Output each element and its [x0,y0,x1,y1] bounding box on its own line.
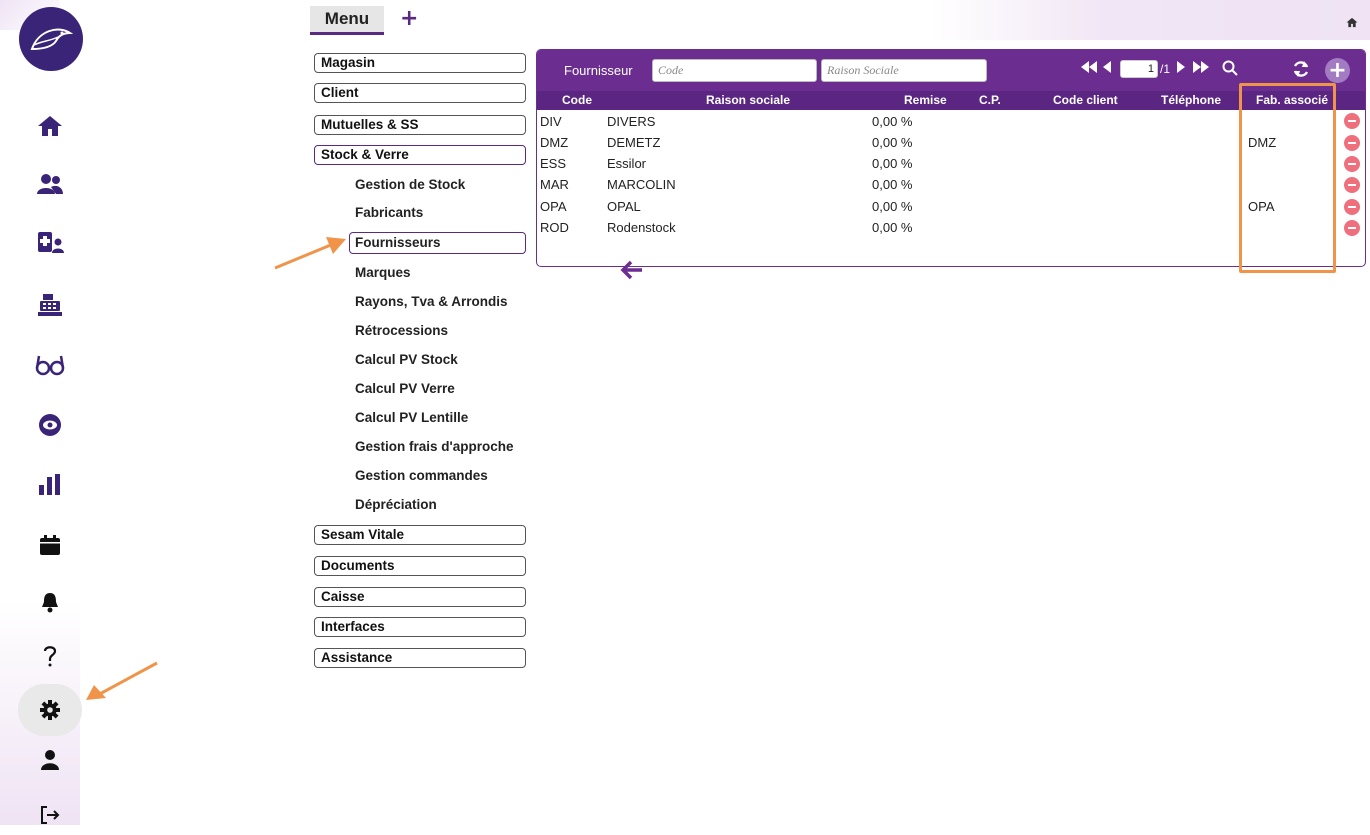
cell-code: DIV [540,114,562,129]
fab-associe-highlight [1239,83,1336,273]
cash-register-icon[interactable] [28,285,72,325]
submenu-calcul-pv-verre[interactable]: Calcul PV Verre [355,379,455,399]
cell-remise: 0,00 % [872,114,913,129]
column-header-telephone[interactable]: Téléphone [1161,93,1221,107]
tab-menu[interactable]: Menu [310,6,384,35]
menu-section-interfaces[interactable]: Interfaces [314,617,526,637]
delete-row-button[interactable] [1344,220,1360,236]
table-row[interactable]: ROD Rodenstock 0,00 % [537,217,1345,239]
delete-row-button[interactable] [1344,156,1360,172]
table-row[interactable]: OPA OPAL 0,00 % OPA [537,196,1345,218]
bird-logo-icon [30,28,74,51]
logout-icon[interactable] [28,795,72,835]
submenu-gestion-de-stock[interactable]: Gestion de Stock [355,175,465,195]
submenu-fabricants[interactable]: Fabricants [355,203,423,223]
help-icon[interactable] [28,636,72,676]
back-arrow-icon[interactable] [620,260,644,284]
menu-section-sesam-vitale[interactable]: Sesam Vitale [314,525,526,545]
eye-icon[interactable] [28,405,72,445]
page-input[interactable] [1120,60,1158,78]
menu-section-assistance[interactable]: Assistance [314,648,526,668]
top-bar: Menu + [100,0,1370,36]
bell-icon[interactable] [28,582,72,622]
menu-section-client[interactable]: Client [314,83,526,103]
next-page-icon[interactable] [1177,61,1185,73]
submenu-calcul-pv-stock[interactable]: Calcul PV Stock [355,350,458,370]
submenu-gestion-frais[interactable]: Gestion frais d'approche [355,437,514,457]
page-number-field[interactable]: /1 [1120,60,1170,78]
cell-remise: 0,00 % [872,199,913,214]
cell-code: MAR [540,177,569,192]
column-header-remise[interactable]: Remise [904,93,947,107]
home-icon[interactable] [28,106,72,146]
cell-remise: 0,00 % [872,177,913,192]
refresh-icon[interactable] [1292,60,1310,78]
submenu-marques[interactable]: Marques [355,263,411,283]
users-icon[interactable] [28,164,72,204]
table-row[interactable]: MAR MARCOLIN 0,00 % [537,174,1345,196]
calendar-icon[interactable] [28,525,72,565]
menu-section-mutuelles[interactable]: Mutuelles & SS [314,115,526,135]
first-page-icon[interactable] [1081,61,1097,73]
search-icon[interactable] [1222,60,1238,76]
cell-raison-sociale: MARCOLIN [607,177,676,192]
menu-section-magasin[interactable]: Magasin [314,53,526,73]
submenu-rayons-tva[interactable]: Rayons, Tva & Arrondis [355,292,508,312]
column-header-code[interactable]: Code [562,93,592,107]
column-header-cp[interactable]: C.P. [979,93,1001,107]
cell-remise: 0,00 % [872,156,913,171]
add-supplier-button[interactable]: + [1325,58,1350,83]
cell-raison-sociale: Rodenstock [607,220,676,235]
submenu-fournisseurs[interactable]: Fournisseurs [349,232,526,254]
table-row[interactable]: DIV DIVERS 0,00 % [537,111,1345,133]
cell-remise: 0,00 % [872,135,913,150]
page-total: /1 [1160,62,1171,76]
submenu-retrocessions[interactable]: Rétrocessions [355,321,448,341]
medical-user-icon[interactable] [28,222,72,262]
delete-row-button[interactable] [1344,135,1360,151]
delete-row-button[interactable] [1344,199,1360,215]
annotation-arrow-icon [82,660,162,709]
cell-code: ESS [540,156,567,171]
last-page-icon[interactable] [1193,61,1209,73]
cell-raison-sociale: DEMETZ [607,135,661,150]
cell-remise: 0,00 % [872,220,913,235]
annotation-arrow-icon [270,232,350,276]
previous-page-icon[interactable] [1103,61,1111,73]
cell-raison-sociale: OPAL [607,199,641,214]
code-filter-input[interactable] [652,59,817,82]
cell-code: ROD [540,220,569,235]
submenu-gestion-commandes[interactable]: Gestion commandes [355,466,488,486]
menu-section-stock-verre[interactable]: Stock & Verre [314,145,526,165]
table-row[interactable]: DMZ DEMETZ 0,00 % DMZ [537,132,1345,154]
cell-code: DMZ [540,135,569,150]
table-row[interactable]: ESS Essilor 0,00 % [537,153,1345,175]
user-icon[interactable] [28,740,72,780]
bar-chart-icon[interactable] [28,464,72,504]
raison-sociale-filter-input[interactable] [821,59,987,82]
home-icon[interactable] [1346,13,1358,32]
submenu-depreciation[interactable]: Dépréciation [355,495,437,515]
cell-raison-sociale: DIVERS [607,114,656,129]
column-header-code-client[interactable]: Code client [1053,93,1118,107]
glasses-icon[interactable] [28,345,72,385]
menu-section-documents[interactable]: Documents [314,556,526,576]
delete-row-button[interactable] [1344,113,1360,129]
cell-raison-sociale: Essilor [607,156,647,171]
submenu-calcul-pv-lentille[interactable]: Calcul PV Lentille [355,408,468,428]
column-header-raison-sociale[interactable]: Raison sociale [706,93,790,107]
menu-section-caisse[interactable]: Caisse [314,587,526,607]
add-tab-button[interactable]: + [400,6,418,32]
gear-icon[interactable] [18,684,82,736]
delete-row-button[interactable] [1344,177,1360,193]
filter-label: Fournisseur [564,63,633,78]
cell-code: OPA [540,199,567,214]
app-logo[interactable] [19,7,83,71]
